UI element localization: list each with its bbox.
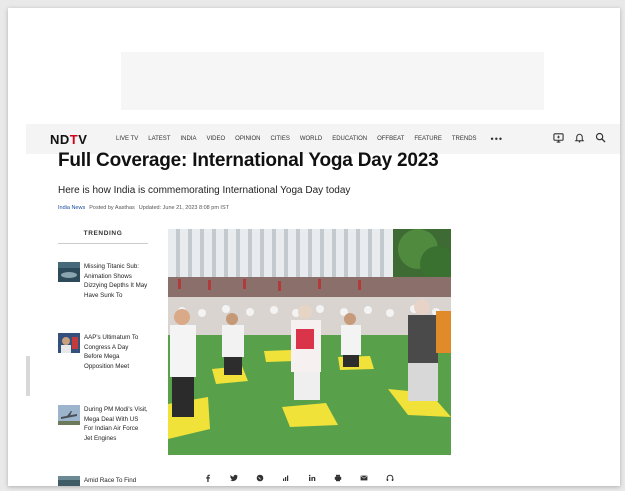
- nav-icons: [553, 132, 606, 143]
- nav-item-latest[interactable]: LATEST: [148, 136, 170, 142]
- nav-item-world[interactable]: WORLD: [300, 136, 322, 142]
- share-bar: [204, 474, 394, 482]
- politics-thumb: [58, 333, 80, 353]
- search-icon[interactable]: [595, 132, 606, 143]
- nav-menu: LIVE TV LATEST INDIA VIDEO OPINION CITIE…: [116, 135, 503, 144]
- facebook-icon[interactable]: [204, 474, 212, 482]
- linkedin-icon[interactable]: [308, 474, 316, 482]
- ad-slot: [121, 52, 544, 110]
- article-meta: India News Posted by Aasthas Updated: Ju…: [58, 205, 229, 211]
- jet-thumb: [58, 405, 80, 425]
- nav-item-feature[interactable]: FEATURE: [414, 136, 442, 142]
- nav-item-education[interactable]: EDUCATION: [332, 136, 367, 142]
- print-icon[interactable]: [334, 474, 342, 482]
- sub2-thumb: [58, 476, 80, 486]
- side-tab-handle[interactable]: [26, 356, 30, 396]
- article-subhead: Here is how India is commemorating Inter…: [58, 185, 351, 196]
- nav-item-live-tv[interactable]: LIVE TV: [116, 136, 138, 142]
- link-icon[interactable]: [386, 474, 394, 482]
- trending-item-text: Missing Titanic Sub: Animation Shows Diz…: [84, 263, 148, 299]
- trending-item[interactable]: During PM Modi's Visit, Mega Deal With U…: [58, 405, 148, 443]
- tv-icon[interactable]: [553, 132, 564, 143]
- trending-item-text: During PM Modi's Visit, Mega Deal With U…: [84, 406, 148, 442]
- updated-time: Updated: June 21, 2023 8:08 pm IST: [138, 205, 229, 211]
- trending-item[interactable]: Amid Race To Find: [58, 476, 148, 486]
- nav-item-opinion[interactable]: OPINION: [235, 136, 260, 142]
- sub-thumb: [58, 262, 80, 282]
- article-headline: Full Coverage: International Yoga Day 20…: [58, 150, 439, 171]
- trending-item-text: Amid Race To Find: [84, 477, 137, 484]
- nav-item-video[interactable]: VIDEO: [206, 136, 225, 142]
- posted-by: Posted by Aasthas: [89, 205, 135, 211]
- yoga-day-hero-image: [168, 229, 451, 455]
- trending-sidebar: TRENDING: [58, 230, 148, 244]
- reddit-icon[interactable]: [282, 474, 290, 482]
- trending-title: TRENDING: [58, 230, 148, 244]
- browser-page: NDTV LIVE TV LATEST INDIA VIDEO OPINION …: [8, 8, 620, 486]
- nav-item-cities[interactable]: CITIES: [271, 136, 290, 142]
- trending-item[interactable]: AAP's Ultimatum To Congress A Day Before…: [58, 333, 148, 371]
- trending-item-text: AAP's Ultimatum To Congress A Day Before…: [84, 334, 139, 370]
- bell-icon[interactable]: [574, 132, 585, 143]
- more-menu-icon[interactable]: •••: [491, 135, 503, 144]
- ndtv-logo[interactable]: NDTV: [50, 132, 102, 147]
- nav-item-offbeat[interactable]: OFFBEAT: [377, 136, 404, 142]
- nav-item-india[interactable]: INDIA: [180, 136, 196, 142]
- twitter-icon[interactable]: [230, 474, 238, 482]
- whatsapp-icon[interactable]: [256, 474, 264, 482]
- nav-item-trends[interactable]: TRENDS: [452, 136, 477, 142]
- trending-item[interactable]: Missing Titanic Sub: Animation Shows Diz…: [58, 262, 148, 300]
- email-icon[interactable]: [360, 474, 368, 482]
- source-link[interactable]: India News: [58, 205, 85, 211]
